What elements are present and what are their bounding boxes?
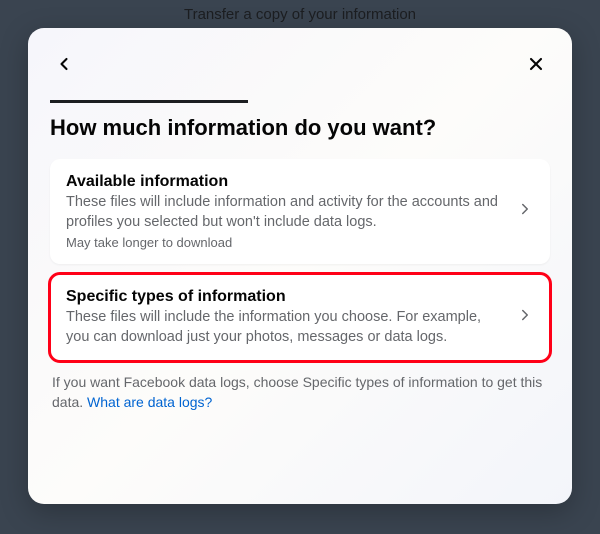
close-icon — [526, 54, 546, 74]
option-note: May take longer to download — [66, 235, 504, 250]
background-page-title: Transfer a copy of your information — [0, 6, 600, 23]
progress-indicator — [50, 100, 248, 103]
back-button[interactable] — [50, 50, 78, 78]
modal-dialog: How much information do you want? Availa… — [28, 28, 572, 504]
option-title: Specific types of information — [66, 288, 504, 306]
option-available-information[interactable]: Available information These files will i… — [50, 159, 550, 264]
modal-title: How much information do you want? — [50, 115, 550, 141]
chevron-left-icon — [54, 54, 74, 74]
option-title: Available information — [66, 173, 504, 191]
option-content: Specific types of information These file… — [66, 288, 504, 347]
chevron-right-icon — [516, 306, 534, 329]
chevron-right-icon — [516, 200, 534, 223]
modal-header — [50, 50, 550, 78]
option-specific-types[interactable]: Specific types of information These file… — [50, 274, 550, 361]
data-logs-link[interactable]: What are data logs? — [87, 394, 212, 410]
close-button[interactable] — [522, 50, 550, 78]
option-content: Available information These files will i… — [66, 173, 504, 250]
option-description: These files will include the information… — [66, 308, 504, 347]
option-description: These files will include information and… — [66, 193, 504, 232]
hint-text: If you want Facebook data logs, choose S… — [50, 373, 550, 412]
